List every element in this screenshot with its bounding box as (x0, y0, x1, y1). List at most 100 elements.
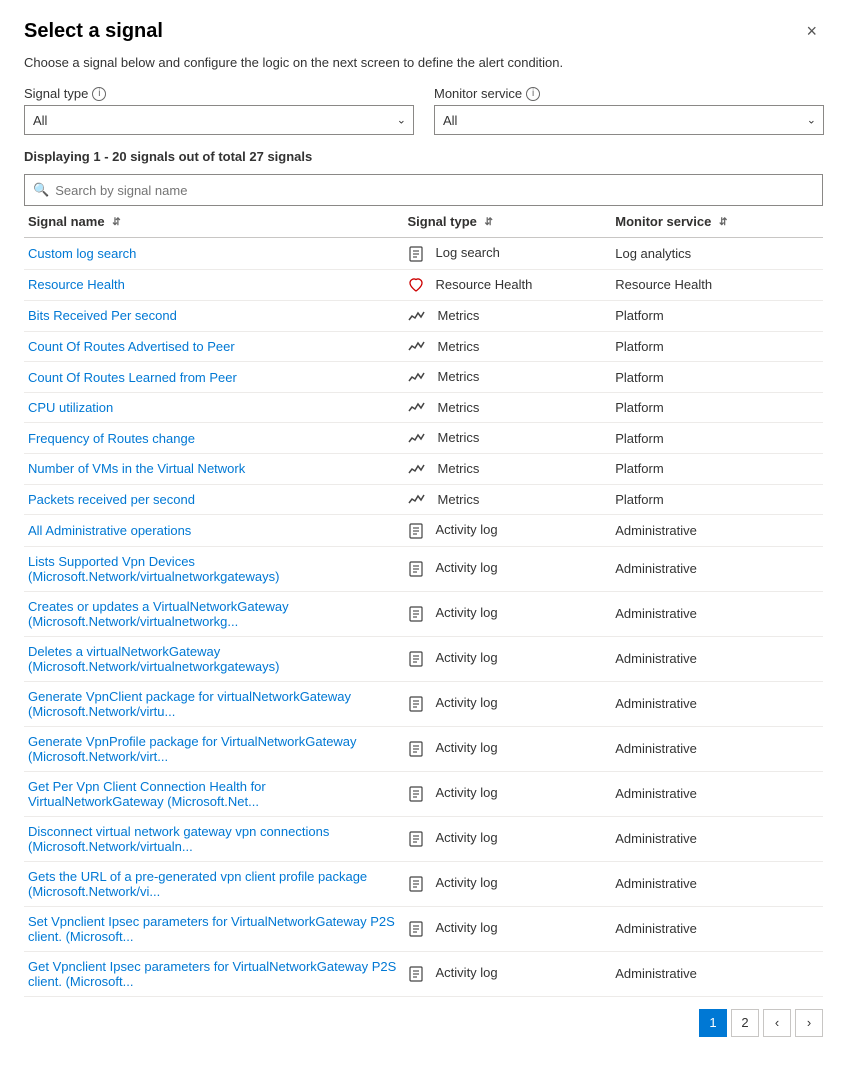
search-input[interactable] (55, 183, 814, 198)
signal-name-cell: Generate VpnClient package for virtualNe… (24, 681, 408, 726)
signal-type-icon (408, 401, 432, 415)
signal-type-cell: Resource Health (408, 269, 616, 301)
table-row: Creates or updates a VirtualNetworkGatew… (24, 591, 823, 636)
signal-name-link[interactable]: Resource Health (28, 277, 125, 292)
signal-type-icon (408, 921, 430, 937)
table-row: Number of VMs in the Virtual Network Met… (24, 453, 823, 484)
monitor-service-cell: Platform (615, 331, 823, 362)
monitor-service-select[interactable]: All (434, 105, 824, 135)
monitor-service-text: Administrative (615, 741, 697, 756)
monitor-service-sort-icon[interactable]: ⇵ (719, 217, 727, 228)
monitor-service-cell: Administrative (615, 636, 823, 681)
signal-name-link[interactable]: Creates or updates a VirtualNetworkGatew… (28, 599, 289, 629)
signal-type-cell: Activity log (408, 771, 616, 816)
monitor-service-cell: Administrative (615, 515, 823, 547)
signal-name-link[interactable]: Get Vpnclient Ipsec parameters for Virtu… (28, 959, 396, 989)
signal-name-link[interactable]: Custom log search (28, 246, 136, 261)
table-row: Get Vpnclient Ipsec parameters for Virtu… (24, 951, 823, 996)
page-1-button[interactable]: 1 (699, 1009, 727, 1037)
table-row: CPU utilization Metrics Platform (24, 392, 823, 423)
table-row: Resource Health Resource Health Resource… (24, 269, 823, 301)
signal-type-text: Activity log (436, 785, 498, 800)
monitor-service-cell: Platform (615, 484, 823, 515)
signal-type-cell: Activity log (408, 515, 616, 547)
page-2-button[interactable]: 2 (731, 1009, 759, 1037)
signal-name-link[interactable]: All Administrative operations (28, 523, 191, 538)
signal-type-icon (408, 831, 430, 847)
signal-type-icon (408, 246, 430, 262)
signal-name-cell: Get Per Vpn Client Connection Health for… (24, 771, 408, 816)
monitor-service-text: Platform (615, 370, 663, 385)
pagination: 1 2 ‹ › (24, 1009, 823, 1045)
monitor-service-text: Administrative (615, 966, 697, 981)
monitor-service-text: Platform (615, 431, 663, 446)
signal-name-header: Signal name ⇵ (24, 206, 408, 238)
signal-name-link[interactable]: Generate VpnClient package for virtualNe… (28, 689, 351, 719)
signal-type-text: Activity log (436, 875, 498, 890)
table-row: Gets the URL of a pre-generated vpn clie… (24, 861, 823, 906)
signal-type-text: Metrics (438, 492, 480, 507)
signal-name-cell: Number of VMs in the Virtual Network (24, 453, 408, 484)
signal-type-cell: Activity log (408, 681, 616, 726)
signal-name-link[interactable]: Count Of Routes Learned from Peer (28, 370, 237, 385)
signal-type-info-icon[interactable]: i (92, 87, 106, 101)
table-row: Set Vpnclient Ipsec parameters for Virtu… (24, 906, 823, 951)
signal-type-text: Metrics (438, 430, 480, 445)
signal-name-link[interactable]: Set Vpnclient Ipsec parameters for Virtu… (28, 914, 395, 944)
signal-name-sort-icon[interactable]: ⇵ (112, 217, 120, 228)
monitor-service-info-icon[interactable]: i (526, 87, 540, 101)
close-button[interactable]: × (800, 20, 823, 42)
prev-page-button[interactable]: ‹ (763, 1009, 791, 1037)
table-row: Count Of Routes Learned from Peer Metric… (24, 362, 823, 393)
signal-name-link[interactable]: Packets received per second (28, 492, 195, 507)
signal-name-link[interactable]: Disconnect virtual network gateway vpn c… (28, 824, 329, 854)
signal-name-link[interactable]: Generate VpnProfile package for VirtualN… (28, 734, 357, 764)
panel-title: Select a signal (24, 20, 163, 43)
signal-type-cell: Metrics (408, 331, 616, 362)
signal-type-icon (408, 493, 432, 507)
signal-type-cell: Activity log (408, 906, 616, 951)
signal-name-link[interactable]: Gets the URL of a pre-generated vpn clie… (28, 869, 367, 899)
signal-name-link[interactable]: Deletes a virtualNetworkGateway (Microso… (28, 644, 279, 674)
signal-name-link[interactable]: Number of VMs in the Virtual Network (28, 461, 245, 476)
signal-name-link[interactable]: Frequency of Routes change (28, 431, 195, 446)
signal-name-link[interactable]: Count Of Routes Advertised to Peer (28, 339, 235, 354)
table-row: Frequency of Routes change Metrics Platf… (24, 423, 823, 454)
signal-type-icon (408, 696, 430, 712)
signal-name-link[interactable]: Get Per Vpn Client Connection Health for… (28, 779, 266, 809)
select-signal-panel: Select a signal × Choose a signal below … (0, 0, 847, 1065)
panel-header: Select a signal × (24, 20, 823, 43)
signal-type-cell: Activity log (408, 591, 616, 636)
monitor-service-cell: Platform (615, 453, 823, 484)
signal-type-cell: Activity log (408, 816, 616, 861)
signal-name-link[interactable]: Lists Supported Vpn Devices (Microsoft.N… (28, 554, 279, 584)
signal-type-sort-icon[interactable]: ⇵ (485, 217, 493, 228)
signal-type-select[interactable]: All (24, 105, 414, 135)
signal-name-link[interactable]: CPU utilization (28, 400, 113, 415)
signal-type-icon (408, 523, 430, 539)
monitor-service-header: Monitor service ⇵ (615, 206, 823, 238)
signal-type-icon (408, 277, 430, 293)
monitor-service-text: Administrative (615, 921, 697, 936)
monitor-service-cell: Platform (615, 362, 823, 393)
signal-type-icon (408, 876, 430, 892)
signal-name-link[interactable]: Bits Received Per second (28, 308, 177, 323)
monitor-service-text: Administrative (615, 606, 697, 621)
signal-type-text: Activity log (436, 650, 498, 665)
monitor-service-text: Administrative (615, 876, 697, 891)
signal-type-cell: Metrics (408, 301, 616, 332)
count-text: Displaying 1 - 20 signals out of total 2… (24, 149, 823, 164)
signal-type-cell: Activity log (408, 861, 616, 906)
signal-name-cell: All Administrative operations (24, 515, 408, 547)
signal-name-cell: Disconnect virtual network gateway vpn c… (24, 816, 408, 861)
signal-type-icon (408, 966, 430, 982)
monitor-service-text: Administrative (615, 523, 697, 538)
monitor-service-text: Platform (615, 339, 663, 354)
signal-type-text: Metrics (438, 461, 480, 476)
signal-type-cell: Metrics (408, 362, 616, 393)
signal-type-icon (408, 310, 432, 324)
next-page-button[interactable]: › (795, 1009, 823, 1037)
signal-type-cell: Log search (408, 238, 616, 270)
signal-type-text: Activity log (436, 965, 498, 980)
monitor-service-text: Platform (615, 461, 663, 476)
